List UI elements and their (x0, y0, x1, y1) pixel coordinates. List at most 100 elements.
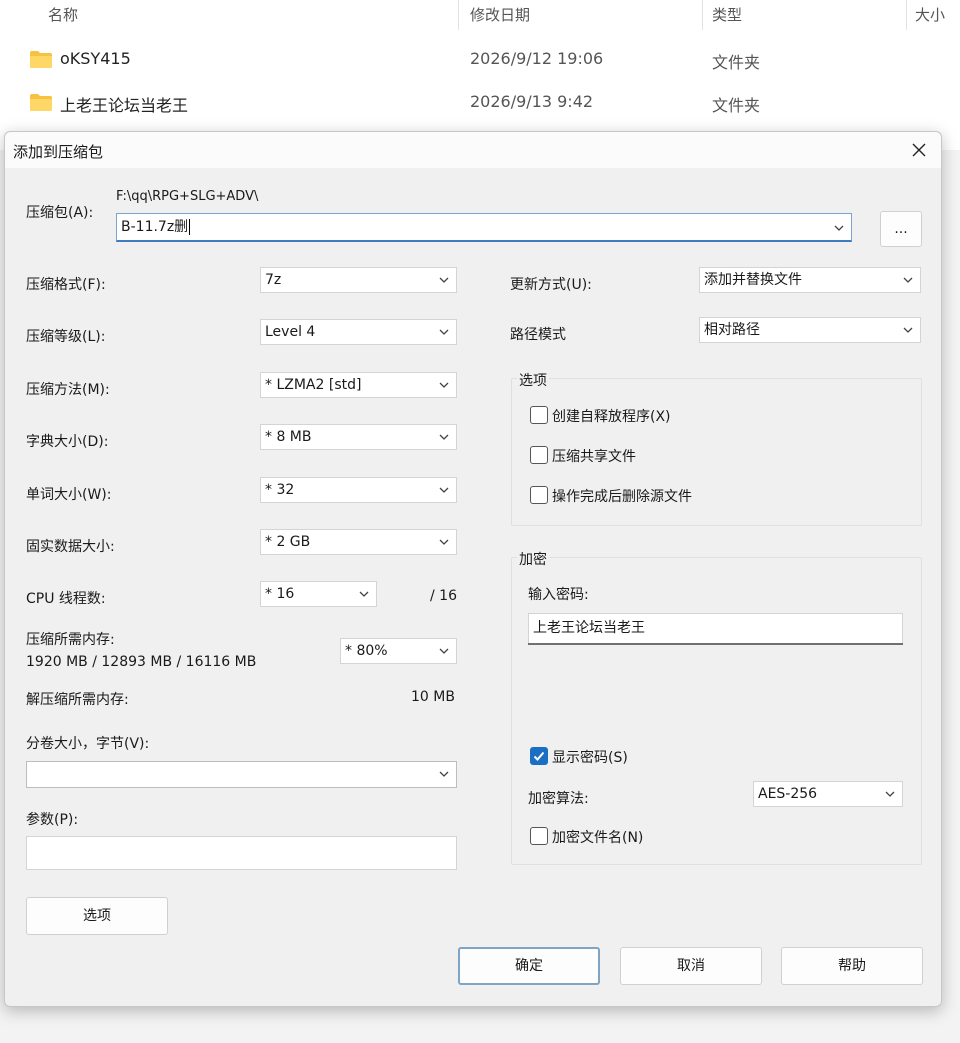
word-value: * 32 (265, 482, 295, 498)
solid-label: 固实数据大小: (26, 539, 115, 555)
password-label: 输入密码: (528, 587, 589, 603)
path-mode-label: 路径模式 (510, 327, 566, 343)
chevron-down-icon (439, 434, 449, 440)
column-name[interactable]: 名称 (48, 4, 78, 25)
show-password-checkbox[interactable] (530, 747, 548, 765)
item-date: 2026/9/13 9:42 (470, 92, 594, 111)
mem-decompress-label: 解压缩所需内存: (26, 692, 129, 708)
title-bar[interactable]: 添加到压缩包 (5, 132, 941, 168)
column-type[interactable]: 类型 (712, 4, 742, 25)
solid-value: * 2 GB (265, 534, 311, 550)
chevron-down-icon (885, 791, 895, 797)
solid-select[interactable]: * 2 GB (260, 529, 457, 555)
chevron-down-icon (439, 648, 449, 654)
delete-source-label[interactable]: 操作完成后删除源文件 (552, 486, 692, 506)
chevron-down-icon (903, 327, 913, 333)
ok-button[interactable]: 确定 (458, 947, 600, 985)
method-label: 压缩方法(M): (26, 382, 110, 398)
volume-label: 分卷大小，字节(V): (26, 736, 150, 752)
archive-name-value: B-11.7z删 (121, 219, 189, 235)
help-button[interactable]: 帮助 (781, 947, 923, 985)
password-input-underline (528, 643, 903, 645)
chevron-down-icon (439, 771, 449, 777)
cancel-button[interactable]: 取消 (620, 947, 762, 985)
update-value: 添加并替换文件 (704, 272, 802, 288)
item-date: 2026/9/12 19:06 (470, 49, 604, 68)
chevron-down-icon (903, 277, 913, 283)
item-type: 文件夹 (712, 53, 761, 72)
browse-button[interactable]: ... (880, 211, 922, 247)
sfx-label[interactable]: 创建自释放程序(X) (552, 406, 671, 426)
mem-usage-value: * 80% (345, 643, 388, 659)
dict-label: 字典大小(D): (26, 434, 109, 450)
options-button[interactable]: 选项 (26, 897, 168, 935)
list-item[interactable]: 上老王论坛当老王 2026/9/13 9:42 文件夹 (0, 86, 960, 122)
item-type: 文件夹 (712, 96, 761, 115)
delete-source-checkbox[interactable] (530, 486, 548, 504)
column-separator (458, 0, 459, 30)
encrypt-names-label[interactable]: 加密文件名(N) (552, 827, 643, 847)
level-select[interactable]: Level 4 (260, 319, 457, 345)
column-date[interactable]: 修改日期 (470, 4, 530, 25)
word-select[interactable]: * 32 (260, 477, 457, 503)
params-label: 参数(P): (26, 812, 79, 828)
check-icon (533, 751, 545, 761)
algo-value: AES-256 (758, 786, 818, 802)
chevron-down-icon (359, 591, 369, 597)
text-caret (189, 219, 191, 235)
file-explorer-background: 名称 修改日期 类型 大小 oKSY415 2026/9/12 19:06 文件… (0, 0, 960, 150)
level-label: 压缩等级(L): (26, 329, 106, 345)
add-to-archive-dialog: 添加到压缩包 压缩包(A): F:\qq\RPG+SLG+ADV\ B-11.7… (4, 131, 942, 1007)
mem-compress-label: 压缩所需内存: (26, 632, 115, 648)
word-label: 单词大小(W): (26, 487, 112, 503)
chevron-down-icon (439, 487, 449, 493)
options-group-title: 选项 (517, 370, 549, 390)
format-select[interactable]: 7z (260, 267, 457, 293)
folder-icon (30, 51, 52, 68)
cpu-label: CPU 线程数: (26, 591, 106, 607)
mem-usage-select[interactable]: * 80% (340, 638, 457, 664)
cpu-value: * 16 (265, 586, 295, 602)
column-size[interactable]: 大小 (915, 4, 945, 25)
params-input[interactable] (26, 836, 457, 870)
column-separator (702, 0, 703, 30)
folder-icon (30, 94, 52, 111)
list-item[interactable]: oKSY415 2026/9/12 19:06 文件夹 (0, 43, 960, 79)
cpu-max: / 16 (430, 588, 457, 604)
column-header: 名称 修改日期 类型 大小 (0, 0, 960, 30)
shared-label[interactable]: 压缩共享文件 (552, 446, 636, 466)
volume-select[interactable] (26, 761, 457, 788)
path-mode-value: 相对路径 (704, 322, 760, 338)
format-label: 压缩格式(F): (26, 277, 106, 293)
archive-label: 压缩包(A): (26, 205, 94, 221)
close-button[interactable] (903, 134, 935, 166)
dict-select[interactable]: * 8 MB (260, 424, 457, 450)
method-value: * LZMA2 [std] (265, 377, 362, 393)
path-mode-select[interactable]: 相对路径 (699, 317, 921, 343)
column-separator (906, 0, 907, 30)
chevron-down-icon (439, 277, 449, 283)
mem-compress-detail: 1920 MB / 12893 MB / 16116 MB (26, 654, 257, 670)
show-password-label[interactable]: 显示密码(S) (552, 747, 628, 767)
cpu-select[interactable]: * 16 (260, 581, 377, 607)
chevron-down-icon (439, 539, 449, 545)
shared-checkbox[interactable] (530, 446, 548, 464)
algo-select[interactable]: AES-256 (753, 781, 903, 807)
sfx-checkbox[interactable] (530, 406, 548, 424)
password-input[interactable]: 上老王论坛当老王 (528, 613, 903, 644)
chevron-down-icon (834, 225, 844, 231)
item-name: 上老王论坛当老王 (60, 96, 189, 115)
update-select[interactable]: 添加并替换文件 (699, 267, 921, 293)
close-icon (912, 143, 926, 157)
chevron-down-icon (439, 329, 449, 335)
update-label: 更新方式(U): (510, 277, 592, 293)
encryption-group-title: 加密 (517, 549, 549, 569)
archive-name-combo[interactable]: B-11.7z删 (116, 213, 852, 242)
method-select[interactable]: * LZMA2 [std] (260, 372, 457, 398)
level-value: Level 4 (265, 324, 316, 340)
dict-value: * 8 MB (265, 429, 312, 445)
algo-label: 加密算法: (528, 791, 589, 807)
item-name: oKSY415 (60, 49, 131, 68)
encrypt-names-checkbox[interactable] (530, 827, 548, 845)
dialog-title: 添加到压缩包 (13, 143, 104, 161)
